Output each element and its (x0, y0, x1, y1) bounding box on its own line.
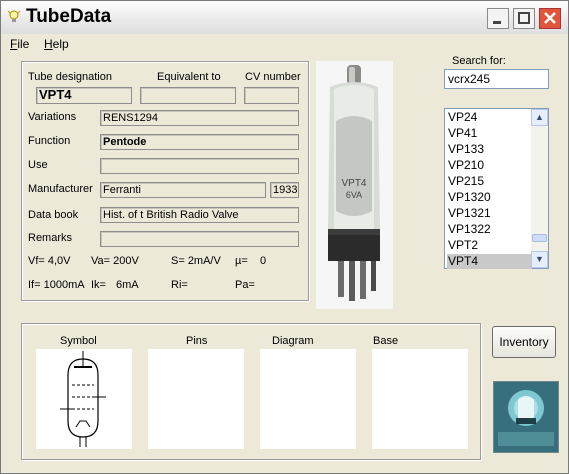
spec-pa: Pa= (235, 279, 255, 291)
list-item[interactable]: VP133 (447, 142, 532, 157)
bulb-icon (7, 10, 21, 22)
spec-ik: Ik= (91, 279, 106, 291)
inventory-button[interactable]: Inventory (492, 326, 556, 358)
scroll-thumb[interactable] (532, 234, 547, 242)
list-item[interactable]: VP41 (447, 126, 532, 141)
list-item[interactable]: VP1320 (447, 190, 532, 205)
tube-photo-sublabel: 6VA (346, 190, 362, 200)
databook-label: Data book (28, 209, 79, 221)
tube-listbox[interactable]: VP24 VP41 VP133 VP210 VP215 VP1320 VP132… (444, 108, 549, 269)
symbol-box (36, 349, 132, 449)
close-button[interactable] (539, 8, 561, 29)
list-item-selected[interactable]: VPT4 (447, 254, 532, 269)
year-field[interactable]: 1933 (270, 182, 299, 198)
pins-box (148, 349, 244, 449)
list-scrollbar[interactable]: ▲ ▼ (531, 109, 548, 268)
tube-symbol (60, 351, 106, 447)
menu-file[interactable]: File (10, 37, 29, 51)
close-icon (544, 12, 556, 24)
app-window: TubeData File Help Tube designation Equi… (0, 0, 569, 474)
designation-field[interactable]: VPT4 (36, 87, 132, 104)
list-item[interactable]: VP215 (447, 174, 532, 189)
function-field[interactable]: Pentode (100, 134, 299, 150)
chevron-down-icon: ▼ (535, 254, 544, 264)
remarks-field[interactable] (100, 231, 299, 247)
scroll-up-button[interactable]: ▲ (531, 109, 548, 126)
diagram-box (260, 349, 356, 449)
symbol-label: Symbol (60, 335, 97, 347)
diagram-label: Diagram (272, 335, 314, 347)
variations-field[interactable]: RENS1294 (100, 110, 299, 126)
list-item[interactable]: VPT2 (447, 238, 532, 253)
tube-photo: VPT4 6VA (316, 61, 393, 309)
maximize-icon (518, 12, 530, 24)
spec-mu: µ= (235, 255, 248, 267)
cv-number-field[interactable] (244, 87, 299, 104)
spec-ri: Ri= (171, 279, 188, 291)
spec-ik-value: 6mA (116, 279, 139, 291)
list-item[interactable]: VP210 (447, 158, 532, 173)
manufacturer-field[interactable]: Ferranti (100, 182, 266, 198)
variations-label: Variations (28, 111, 77, 123)
base-box (372, 349, 468, 449)
spec-mu-value: 0 (260, 255, 267, 267)
maximize-button[interactable] (513, 8, 535, 29)
tube-designation-label: Tube designation (28, 71, 112, 83)
remarks-label: Remarks (28, 232, 73, 244)
cv-number-label: CV number (245, 71, 301, 83)
list-item[interactable]: VP24 (447, 110, 532, 125)
title-bar[interactable]: TubeData (1, 1, 568, 34)
manufacturer-label: Manufacturer (28, 183, 93, 195)
use-field[interactable] (100, 158, 299, 174)
menu-help[interactable]: Help (44, 37, 69, 51)
tube-logo (493, 381, 559, 453)
chevron-up-icon: ▲ (535, 112, 544, 122)
databook-field[interactable]: Hist. of t British Radio Valve (100, 207, 299, 223)
function-label: Function (28, 135, 71, 147)
list-item[interactable]: VP1321 (447, 206, 532, 221)
equivalent-label: Equivalent to (157, 71, 221, 83)
spec-if: If= 1000mA (28, 279, 85, 291)
search-label: Search for: (452, 55, 506, 67)
spec-vf: Vf= 4,0V (28, 255, 71, 267)
list-item[interactable]: VP1322 (447, 222, 532, 237)
use-label: Use (28, 159, 48, 171)
menu-bar: File Help (1, 35, 568, 53)
spec-va: Va= 200V (91, 255, 139, 267)
minimize-button[interactable] (487, 8, 509, 29)
base-label: Base (373, 335, 399, 347)
minimize-icon (493, 21, 501, 24)
tube-photo-label: VPT4 (341, 178, 366, 189)
window-title: TubeData (26, 6, 112, 27)
equivalent-field[interactable] (140, 87, 236, 104)
pins-label: Pins (186, 335, 208, 347)
scroll-down-button[interactable]: ▼ (531, 251, 548, 268)
spec-s: S= 2mA/V (171, 255, 221, 267)
search-input[interactable] (444, 69, 549, 89)
